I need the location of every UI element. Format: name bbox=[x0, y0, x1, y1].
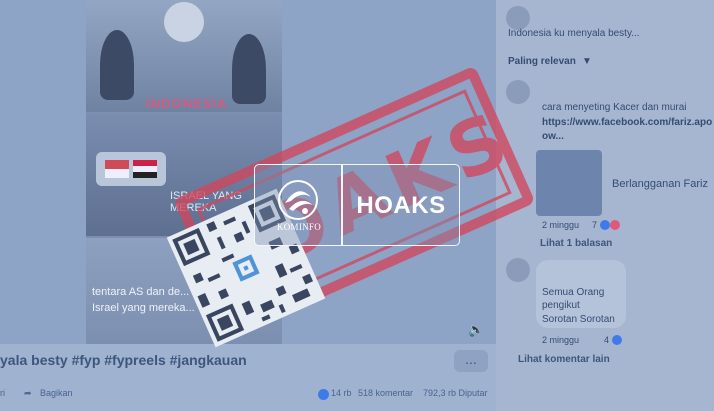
person-figure bbox=[100, 30, 134, 100]
hoaks-label: HOAKS bbox=[356, 192, 446, 219]
like-reaction-icon bbox=[612, 335, 622, 345]
link-preview-title[interactable]: Berlangganan Fariz bbox=[612, 178, 708, 190]
kominfo-hoax-badge: KOMINFO HOAKS bbox=[254, 164, 460, 246]
video-caption-line: Israel yang mereka... bbox=[92, 302, 195, 314]
love-reaction-icon bbox=[610, 220, 620, 230]
comment-link[interactable]: https://www.facebook.com/fariz.apo bbox=[542, 117, 712, 128]
comments-count[interactable]: 518 komentar bbox=[358, 388, 413, 398]
like-action-tail[interactable]: ri bbox=[0, 388, 5, 398]
share-icon[interactable]: ➦ bbox=[24, 388, 32, 399]
kominfo-label: KOMINFO bbox=[276, 222, 322, 232]
indonesia-flag-icon bbox=[105, 160, 129, 178]
reaction-count[interactable]: 4 bbox=[604, 335, 609, 345]
more-options-button[interactable]: ... bbox=[454, 350, 488, 372]
kominfo-logo-icon bbox=[278, 180, 318, 220]
post-caption: yala besty #fyp #fypreels #jangkauan bbox=[0, 352, 247, 368]
video-caption: tentara AS dan de... Israel yang mereka.… bbox=[92, 284, 195, 316]
comment-snippet: Indonesia ku menyala besty... bbox=[508, 28, 640, 39]
comment-text: Sorotan Sorotan bbox=[542, 314, 615, 325]
video-caption-line: tentara AS dan de... bbox=[92, 286, 190, 298]
emblem-icon bbox=[164, 2, 204, 42]
views-count: 792,3 rb Diputar bbox=[423, 388, 488, 398]
comment-text: pengikut bbox=[542, 300, 580, 311]
share-button[interactable]: Bagikan bbox=[40, 388, 73, 398]
chevron-down-icon[interactable]: ▼ bbox=[582, 56, 592, 67]
comment-time: 2 minggu bbox=[542, 335, 580, 345]
more-comments-link[interactable]: Lihat komentar lain bbox=[518, 354, 610, 365]
comment-text: cara menyeting Kacer dan murai bbox=[542, 102, 687, 113]
